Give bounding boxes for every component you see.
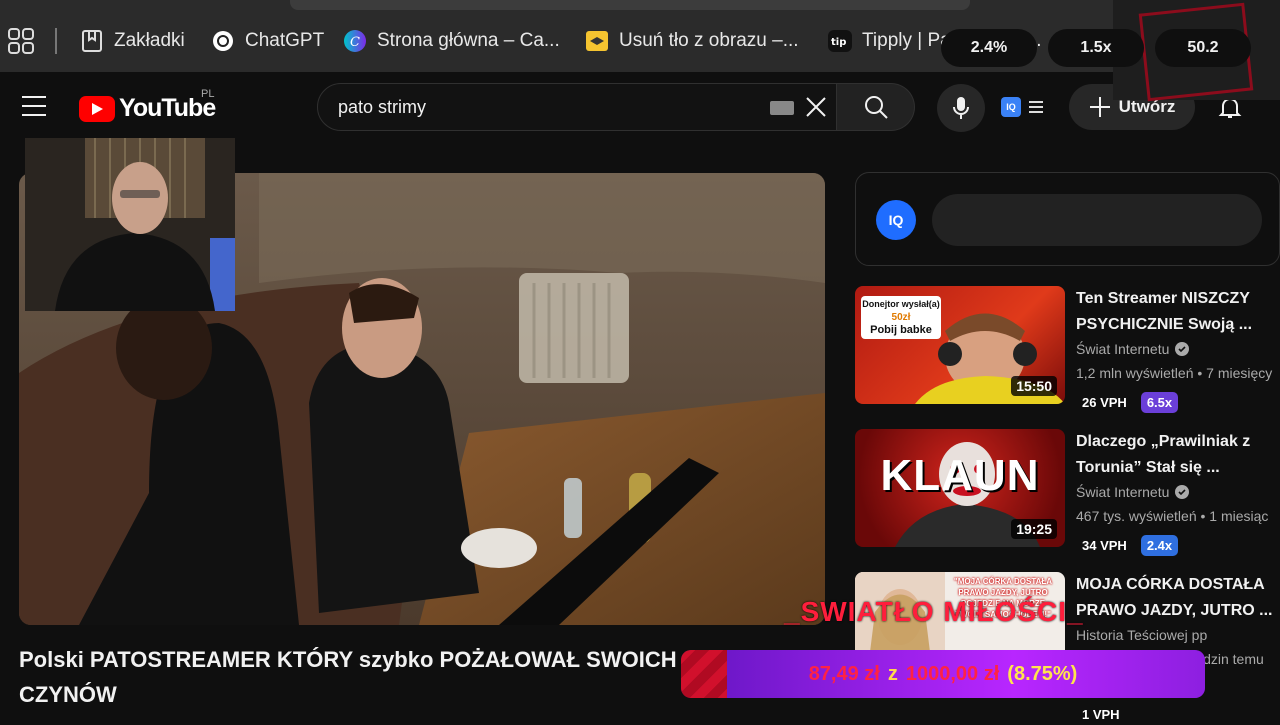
canva-icon: C	[344, 30, 366, 52]
recommendation-title[interactable]: Ten Streamer NISZCZY PSYCHICZNIE Swoją .…	[1076, 286, 1280, 338]
svg-text:C: C	[350, 35, 360, 50]
iq-badges: 26 VPH 6.5x	[1076, 392, 1179, 413]
video-thumbnail[interactable]: KLAUN 19:25	[855, 429, 1065, 547]
plus-icon	[1089, 97, 1110, 117]
donation-alert-thumb: Donejtor wysłał(a) 50zł Pobij babke	[861, 296, 941, 339]
bookmark-label: Strona główna – Ca...	[377, 30, 560, 51]
vph-badge: 1 VPH	[1082, 707, 1120, 722]
bookmark-chatgpt[interactable]: ChatGPT	[211, 26, 324, 56]
webcam-frame	[25, 138, 235, 311]
iq-stats-track	[932, 194, 1262, 246]
channel-label: Świat Internetu	[1076, 341, 1170, 357]
multiplier-badge: 2.4x	[1140, 535, 1179, 556]
recommendation-item[interactable]: Donejtor wysłał(a) 50zł Pobij babke 15:5…	[855, 286, 1280, 413]
bookmark-icon	[82, 30, 102, 52]
donation-goal-bar: 87,49 zł z 1000,00 zł (8.75%)	[681, 650, 1205, 698]
list-icon	[1029, 101, 1043, 113]
bookmark-label: Zakładki	[114, 30, 185, 51]
donation-percent: (8.75%)	[1007, 662, 1078, 685]
voice-search-button[interactable]	[937, 84, 985, 132]
hamburger-menu-icon[interactable]	[22, 96, 46, 116]
bookmark-remove-bg[interactable]: Usuń tło z obrazu –...	[585, 26, 799, 56]
donation-amount: 87,49 zł	[808, 662, 880, 685]
video-duration: 15:50	[1011, 376, 1057, 396]
recommendation-title[interactable]: Dlaczego „Prawilniak z Torunia” Stał się…	[1076, 429, 1280, 481]
clear-search-icon[interactable]	[805, 96, 827, 118]
recommendation-title[interactable]: MOJA CÓRKA DOSTAŁA PRAWO JAZDY, JUTRO ..…	[1076, 572, 1280, 624]
donation-goal: 1000,00 zł	[905, 662, 1000, 685]
thumb-text: Pobij babke	[870, 324, 932, 336]
video-thumbnail[interactable]: Donejtor wysłał(a) 50zł Pobij babke 15:5…	[855, 286, 1065, 404]
verified-check-icon	[1175, 342, 1190, 356]
iq-stats-panel: IQ	[855, 172, 1280, 266]
iq-stat-multiplier[interactable]: 1.5x	[1048, 29, 1144, 67]
svg-text:tip: tip	[831, 37, 846, 48]
multiplier-badge: 6.5x	[1140, 392, 1179, 413]
bookmark-label: ChatGPT	[245, 30, 325, 51]
thumb-text: 50zł	[891, 312, 911, 323]
tipply-icon: tip	[828, 30, 852, 52]
search-icon	[864, 96, 888, 119]
microphone-icon	[953, 97, 969, 119]
youtube-logo[interactable]: YouTube PL	[79, 88, 216, 123]
channel-name[interactable]: Historia Teściowej pp	[1076, 627, 1207, 643]
country-code: PL	[201, 88, 215, 100]
search-button[interactable]	[837, 83, 915, 131]
iq-stat-engagement[interactable]: 2.4%	[941, 29, 1037, 67]
donation-text: 87,49 zł z 1000,00 zł (8.75%)	[681, 650, 1205, 698]
recommendation-item[interactable]: KLAUN 19:25 Dlaczego „Prawilniak z Torun…	[855, 429, 1280, 556]
vph-badge: 34 VPH	[1082, 538, 1127, 553]
bookmarks-separator	[55, 28, 57, 54]
iq-stat-score[interactable]: 50.2	[1155, 29, 1251, 67]
iq-extension-button[interactable]: IQ	[1001, 97, 1043, 117]
iq-logo[interactable]: IQ	[876, 200, 916, 240]
apps-grid-icon[interactable]	[8, 28, 34, 54]
search-box[interactable]: pato strimy	[317, 83, 837, 131]
search-input[interactable]: pato strimy	[338, 97, 426, 118]
channel-name[interactable]: Świat Internetu	[1076, 484, 1190, 500]
streamer-webcam	[25, 138, 235, 311]
bookmark-zakladki[interactable]: Zakładki	[80, 26, 185, 56]
bookmark-canva[interactable]: C Strona główna – Ca...	[343, 26, 560, 56]
chatgpt-icon	[213, 31, 233, 51]
tab-strip	[290, 0, 970, 10]
video-duration: 19:25	[1011, 519, 1057, 539]
iq-badge: IQ	[1001, 97, 1021, 117]
channel-label: Historia Teściowej pp	[1076, 627, 1208, 643]
video-title: Polski PATOSTREAMER KTÓRY szybko POŻAŁOW…	[19, 647, 677, 707]
donation-goal-label: _SWIATŁO MIŁOŚCI_	[784, 596, 1084, 627]
thumb-text: Donejtor wysłał(a)	[862, 299, 940, 309]
remove-bg-icon	[586, 31, 608, 51]
video-meta: 467 tys. wyświetleń • 1 miesiąc	[1076, 508, 1269, 524]
vph-badge: 26 VPH	[1082, 395, 1127, 410]
donation-separator: z	[887, 662, 898, 685]
keyboard-icon[interactable]	[770, 101, 794, 115]
iq-badges: 1 VPH	[1076, 704, 1126, 725]
verified-check-icon	[1175, 485, 1190, 499]
video-meta: 1,2 mln wyświetleń • 7 miesięcy	[1076, 365, 1273, 381]
youtube-play-icon	[79, 95, 115, 122]
channel-label: Świat Internetu	[1076, 484, 1170, 500]
iq-badges: 34 VPH 2.4x	[1076, 535, 1179, 556]
thumb-text: KLAUN	[880, 451, 1040, 500]
bookmark-label: Usuń tło z obrazu –...	[619, 30, 799, 51]
channel-name[interactable]: Świat Internetu	[1076, 341, 1190, 357]
